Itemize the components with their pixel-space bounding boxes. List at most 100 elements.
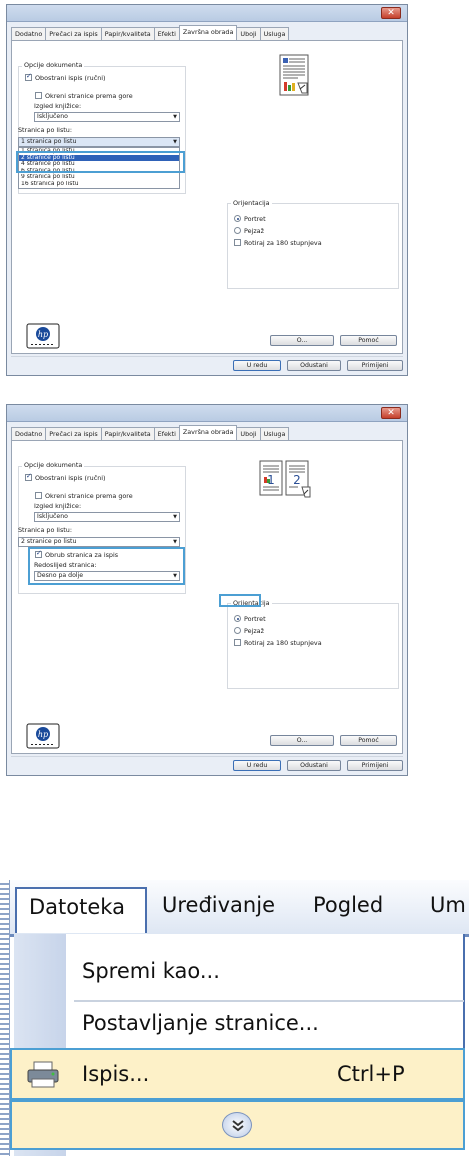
pages-per-sheet-label: Stranica po listu: xyxy=(18,126,72,134)
cancel-button[interactable]: Odustani xyxy=(287,360,341,371)
tab-strip: Dodatno Prečaci za ispis Papir/kvaliteta… xyxy=(11,425,290,440)
booklet-value: Isključeno xyxy=(37,513,68,520)
tab-advanced[interactable]: Dodatno xyxy=(11,27,47,40)
flip-pages-label: Okreni stranice prema gore xyxy=(45,92,133,100)
title-bar: ✕ xyxy=(7,5,407,22)
booklet-select[interactable]: Isključeno ▼ xyxy=(34,512,180,522)
booklet-label: Izgled knjižice: xyxy=(34,102,82,110)
tab-services[interactable]: Usluga xyxy=(259,427,290,440)
close-icon: ✕ xyxy=(387,8,395,18)
menu-edit[interactable]: Uređivanje xyxy=(162,893,275,917)
rotate-label: Rotiraj za 180 stupnjeva xyxy=(244,239,322,247)
menu-item-page-setup[interactable]: Postavljanje stranice... xyxy=(82,1011,319,1035)
chevron-down-icon: ▼ xyxy=(173,114,177,120)
document-options-label: Opcije dokumenta xyxy=(22,461,85,469)
close-button[interactable]: ✕ xyxy=(381,407,401,419)
rotate-checkbox[interactable] xyxy=(234,239,241,246)
print-dialog-2: ✕ Dodatno Prečaci za ispis Papir/kvalite… xyxy=(6,404,408,776)
help-button[interactable]: Pomoć xyxy=(340,335,397,346)
landscape-label: Pejzaž xyxy=(244,627,264,635)
divider xyxy=(11,756,403,757)
apply-button[interactable]: Primijeni xyxy=(347,360,403,371)
close-icon: ✕ xyxy=(387,408,395,418)
tab-color[interactable]: Uboji xyxy=(236,427,261,440)
menu-file[interactable]: Datoteka xyxy=(15,887,147,933)
finishing-panel: Opcije dokumenta Obostrani ispis (ručni)… xyxy=(11,440,403,754)
svg-text:2: 2 xyxy=(293,473,301,487)
portrait-radio[interactable] xyxy=(234,215,241,222)
highlight-callout xyxy=(219,594,261,607)
menu-item-save-as[interactable]: Spremi kao... xyxy=(82,959,220,983)
file-menu-screenshot: Datoteka Uređivanje Pogled Um Spremi kao… xyxy=(0,878,469,1161)
rotate-checkbox[interactable] xyxy=(234,639,241,646)
pages-per-sheet-select[interactable]: 1 stranica po listu ▼ xyxy=(18,137,180,147)
menu-separator xyxy=(74,1000,464,1002)
tab-paper-quality[interactable]: Papir/kvaliteta xyxy=(100,27,155,40)
rotate-label: Rotiraj za 180 stupnjeva xyxy=(244,639,322,647)
highlight-callout xyxy=(28,547,185,585)
booklet-value: Isključeno xyxy=(37,113,68,120)
menu-view[interactable]: Pogled xyxy=(313,893,383,917)
svg-text:hp: hp xyxy=(38,730,48,739)
duplex-checkbox[interactable] xyxy=(25,472,32,481)
tab-paper-quality[interactable]: Papir/kvaliteta xyxy=(100,427,155,440)
apply-button[interactable]: Primijeni xyxy=(347,760,403,771)
booklet-select[interactable]: Isključeno ▼ xyxy=(34,112,180,122)
hp-logo: hp xyxy=(26,723,60,749)
tab-advanced[interactable]: Dodatno xyxy=(11,427,47,440)
orientation-label: Orijentacija xyxy=(231,199,272,207)
tab-shortcuts[interactable]: Prečaci za ispis xyxy=(45,427,102,440)
chevron-double-down-icon[interactable] xyxy=(222,1112,252,1138)
ok-button[interactable]: U redu xyxy=(233,760,281,771)
svg-text:hp: hp xyxy=(38,330,48,339)
tab-color[interactable]: Uboji xyxy=(236,27,261,40)
duplex-checkbox[interactable] xyxy=(25,72,32,81)
close-button[interactable]: ✕ xyxy=(381,7,401,19)
duplex-label: Obostrani ispis (ručni) xyxy=(35,474,106,482)
cancel-button[interactable]: Odustani xyxy=(287,760,341,771)
ok-button[interactable]: U redu xyxy=(233,360,281,371)
tab-effects[interactable]: Efekti xyxy=(153,427,180,440)
page-preview-icon: 1 2 xyxy=(259,460,311,498)
tab-finishing[interactable]: Završna obrada xyxy=(178,25,238,40)
tab-finishing[interactable]: Završna obrada xyxy=(178,425,238,440)
tab-strip: Dodatno Prečaci za ispis Papir/kvaliteta… xyxy=(11,25,290,40)
title-bar: ✕ xyxy=(7,405,407,422)
flip-pages-label: Okreni stranice prema gore xyxy=(45,492,133,500)
chevron-down-icon: ▼ xyxy=(173,514,177,520)
tab-shortcuts[interactable]: Prečaci za ispis xyxy=(45,27,102,40)
portrait-radio[interactable] xyxy=(234,615,241,622)
window-edge xyxy=(0,880,10,1156)
file-dropdown: Spremi kao... Postavljanje stranice... I… xyxy=(10,934,465,1156)
help-button[interactable]: Pomoć xyxy=(340,735,397,746)
highlight-callout xyxy=(16,151,185,173)
finishing-panel: Opcije dokumenta Obostrani ispis (ručni)… xyxy=(11,40,403,354)
about-button[interactable]: O... xyxy=(270,335,334,346)
print-dialog-1: ✕ Dodatno Prečaci za ispis Papir/kvalite… xyxy=(6,4,408,376)
landscape-label: Pejzaž xyxy=(244,227,264,235)
pages-per-sheet-select[interactable]: 2 stranice po listu ▼ xyxy=(18,537,180,547)
landscape-radio[interactable] xyxy=(234,227,241,234)
flip-pages-checkbox[interactable] xyxy=(35,92,42,99)
hp-logo: hp xyxy=(26,323,60,349)
menu-file-label: Datoteka xyxy=(29,895,125,919)
divider xyxy=(11,356,403,357)
portrait-label: Portret xyxy=(244,615,266,623)
list-item[interactable]: 16 stranica po listu xyxy=(19,181,179,188)
menu-expand-row[interactable] xyxy=(10,1100,465,1150)
portrait-label: Portret xyxy=(244,215,266,223)
tab-services[interactable]: Usluga xyxy=(259,27,290,40)
print-label: Ispis... xyxy=(82,1062,150,1086)
printer-icon xyxy=(27,1061,59,1088)
chevron-down-icon: ▼ xyxy=(173,139,177,145)
page-preview-icon xyxy=(279,54,309,96)
print-shortcut: Ctrl+P xyxy=(337,1062,405,1086)
pages-per-sheet-label: Stranica po listu: xyxy=(18,526,72,534)
chevron-down-icon: ▼ xyxy=(173,539,177,545)
tab-effects[interactable]: Efekti xyxy=(153,27,180,40)
about-button[interactable]: O... xyxy=(270,735,334,746)
landscape-radio[interactable] xyxy=(234,627,241,634)
flip-pages-checkbox[interactable] xyxy=(35,492,42,499)
menu-item-print[interactable]: Ispis... Ctrl+P xyxy=(10,1048,465,1100)
menu-more[interactable]: Um xyxy=(430,893,469,917)
